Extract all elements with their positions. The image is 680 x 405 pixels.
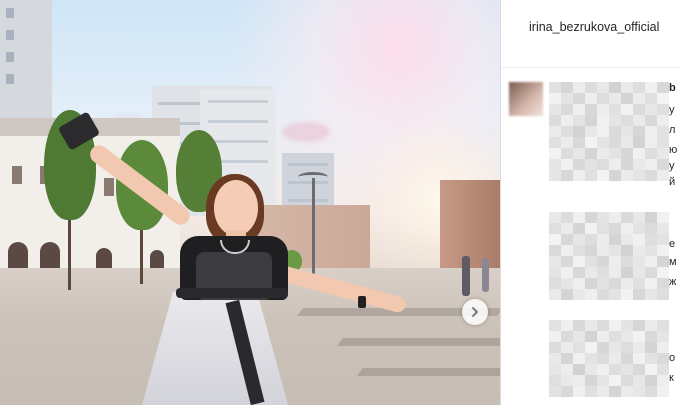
comment-username-fragment[interactable]: b [669, 82, 676, 94]
pixelated-text [549, 320, 669, 397]
post-photo[interactable] [0, 0, 500, 405]
commenter-avatar[interactable] [509, 82, 543, 116]
blurred-comment [509, 212, 680, 308]
comment-text-fragment: л [669, 124, 676, 136]
comment-text-fragment: у [669, 104, 675, 116]
carousel-next-button[interactable] [462, 299, 488, 325]
comment-text-fragment: ж [669, 276, 677, 288]
extended-arm [267, 262, 408, 314]
pixelated-text [549, 82, 669, 181]
woman-figure [0, 0, 500, 405]
pixelated-text [549, 212, 669, 300]
comment-text-fragment: к [669, 372, 674, 384]
blurred-comment [509, 320, 680, 405]
face [214, 180, 258, 236]
post-header: irina_bezrukova_official [501, 0, 680, 68]
comment-text-fragment: й [669, 176, 676, 188]
chevron-right-icon [472, 307, 478, 317]
comment-text-fragment: е [669, 238, 676, 250]
blurred-comment [509, 82, 680, 192]
comment-text-fragment: м [669, 256, 677, 268]
post-username[interactable]: irina_bezrukova_official [529, 18, 679, 36]
belt [176, 288, 288, 298]
comment-text-fragment: ю [669, 144, 678, 156]
held-object [57, 111, 101, 151]
comments-panel: irina_bezrukova_official b у л ю у й е м… [501, 0, 680, 405]
comment-text-fragment: о [669, 352, 676, 364]
raised-arm [86, 141, 194, 229]
wristwatch [358, 296, 366, 308]
tulle-skirt [140, 292, 290, 405]
comment-text-fragment: у [669, 160, 675, 172]
